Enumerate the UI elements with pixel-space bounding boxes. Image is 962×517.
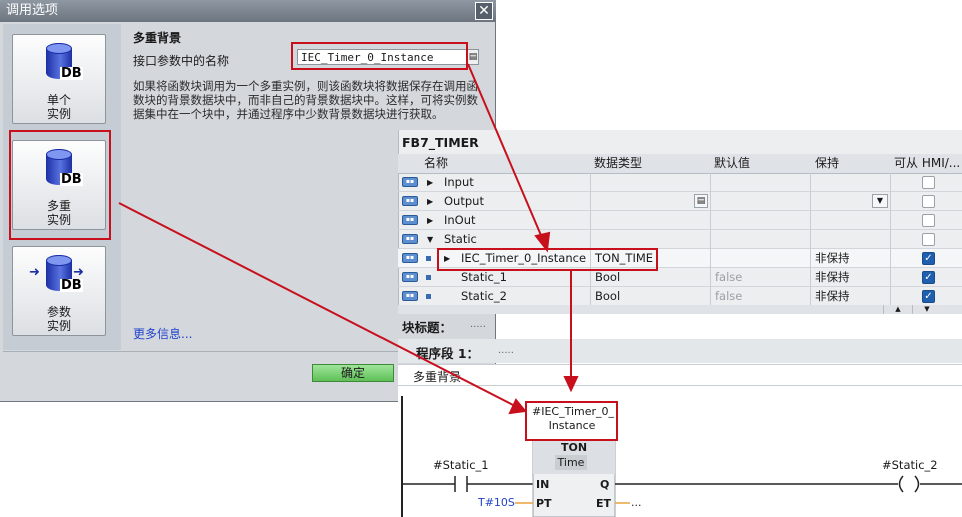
highlight-table-row xyxy=(437,248,658,271)
highlight-multi-instance xyxy=(9,130,111,240)
annotation-arrows xyxy=(118,63,579,415)
arrow-to-table-row xyxy=(467,63,544,241)
pin-q: Q xyxy=(600,478,610,491)
pt-value[interactable]: T#10S xyxy=(478,496,515,509)
contact-tag[interactable]: #Static_1 xyxy=(433,458,489,472)
coil-left-arc xyxy=(898,475,904,493)
arrowhead xyxy=(563,376,579,393)
pin-in: IN xyxy=(536,478,550,491)
coil-right-arc xyxy=(914,475,920,493)
ton-box-subtype[interactable]: Time xyxy=(555,456,587,469)
pin-et: ET xyxy=(596,497,612,510)
coil-tag[interactable]: #Static_2 xyxy=(882,458,938,472)
highlight-instance-input xyxy=(291,42,468,70)
pin-pt: PT xyxy=(536,497,552,510)
et-value[interactable]: ... xyxy=(631,496,642,509)
arrowhead xyxy=(508,398,527,415)
highlight-ladder-instance xyxy=(525,401,618,441)
ton-box-type: TON xyxy=(560,441,588,454)
arrow-to-ladder-instance xyxy=(118,202,516,407)
